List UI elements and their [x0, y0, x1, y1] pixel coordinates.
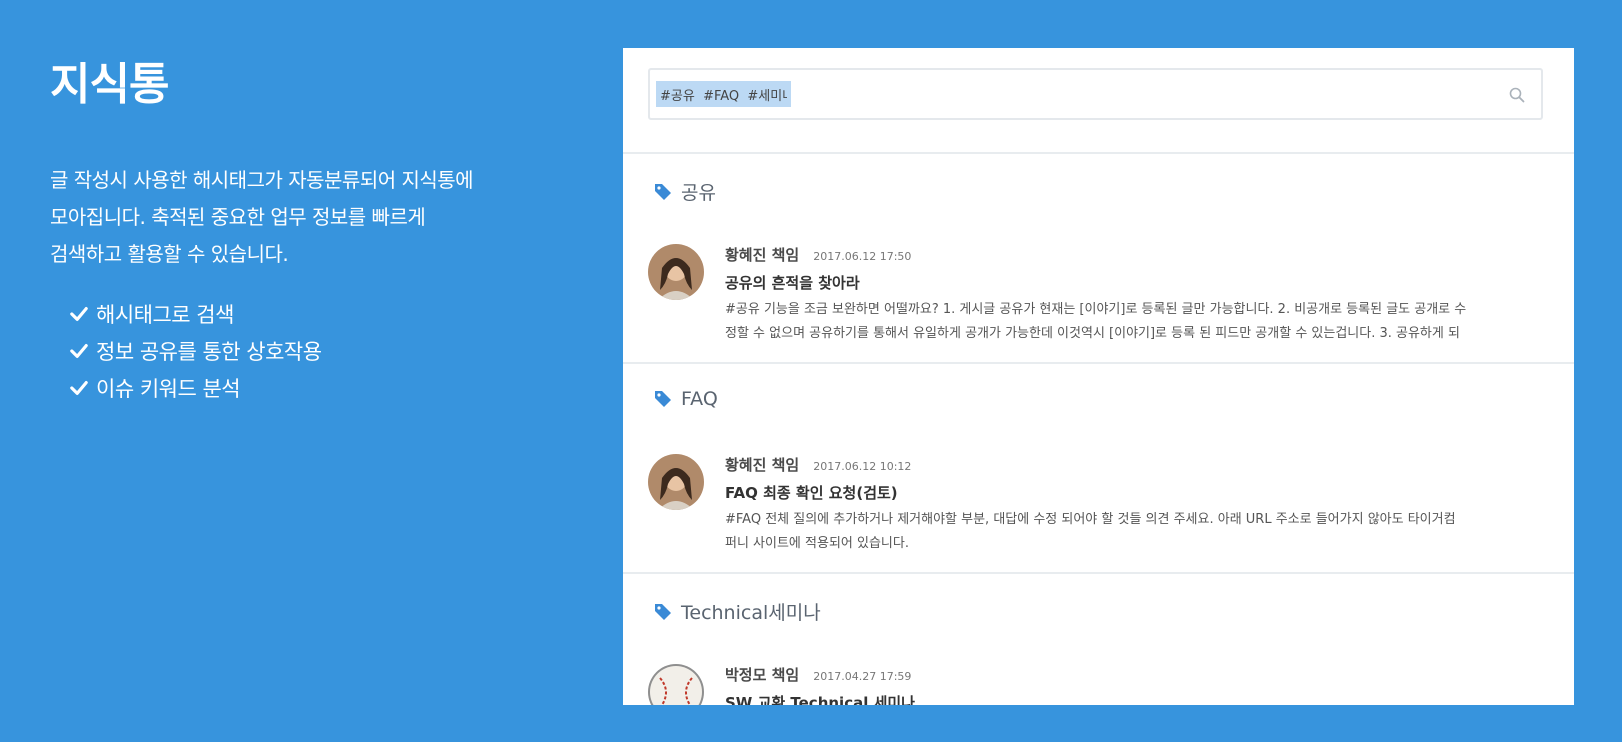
- description-line: 글 작성시 사용한 해시태그가 자동분류되어 지식통에: [50, 168, 474, 192]
- section-label: 공유: [681, 182, 716, 204]
- feature-label: 정보 공유를 통한 상호작용: [96, 339, 322, 364]
- post-title[interactable]: SW 교환 Technical 세미나: [725, 692, 1525, 705]
- post-meta: 황혜진 책임 2017.06.12 10:12: [725, 454, 1525, 478]
- post-meta: 황혜진 책임 2017.06.12 17:50: [725, 244, 1525, 268]
- post-meta: 박정모 책임 2017.04.27 17:59: [725, 664, 1525, 688]
- excerpt-line: #FAQ 전체 질의에 추가하거나 제거해야할 부분, 대답에 수정 되어야 할…: [725, 512, 1456, 527]
- section-faq: FAQ 황혜진 책임 2017.06.12 10:12 FAQ 최종 확인 요청…: [623, 362, 1574, 574]
- post-excerpt: #FAQ 전체 질의에 추가하거나 제거해야할 부분, 대답에 수정 되어야 할…: [725, 508, 1525, 556]
- check-icon: [70, 380, 88, 395]
- feature-label: 해시태그로 검색: [96, 302, 234, 327]
- check-icon: [70, 343, 88, 358]
- description-line: 모아집니다. 축적된 중요한 업무 정보를 빠르게: [50, 205, 426, 229]
- post-title[interactable]: FAQ 최종 확인 요청(검토): [725, 482, 1525, 506]
- avatar: [648, 664, 704, 705]
- description-line: 검색하고 활용할 수 있습니다.: [50, 242, 289, 266]
- feature-item: 정보 공유를 통한 상호작용: [70, 332, 570, 369]
- feature-label: 이슈 키워드 분석: [96, 376, 241, 401]
- section-header[interactable]: 공유: [653, 178, 716, 205]
- post-title[interactable]: 공유의 흔적을 찾아라: [725, 272, 1525, 296]
- post-excerpt: #공유 기능을 조금 보완하면 어떨까요? 1. 게시글 공유가 현재는 [이야…: [725, 298, 1525, 346]
- avatar: [648, 244, 704, 300]
- avatar: [648, 454, 704, 510]
- section-technical-seminar: Technical세미나 박정모 책임 2017.04.27 17:59 SW …: [623, 572, 1574, 705]
- search-bar[interactable]: [648, 68, 1543, 120]
- hero: 지식통 글 작성시 사용한 해시태그가 자동분류되어 지식통에 모아집니다. 축…: [50, 48, 570, 406]
- post-author: 황혜진 책임: [725, 456, 800, 474]
- section-label: FAQ: [681, 388, 718, 410]
- check-icon: [70, 306, 88, 321]
- page-title: 지식통: [50, 59, 169, 110]
- post-body: 황혜진 책임 2017.06.12 17:50 공유의 흔적을 찾아라 #공유 …: [725, 244, 1525, 346]
- tag-icon: [655, 603, 671, 620]
- post-date: 2017.06.12 17:50: [813, 250, 912, 263]
- knowledge-panel: 공유 황혜진 책임 2017.06.12 17:50 공유의 흔적을 찾아라 #…: [623, 48, 1574, 705]
- hero-description: 글 작성시 사용한 해시태그가 자동분류되어 지식통에 모아집니다. 축적된 중…: [50, 162, 570, 273]
- post-author: 박정모 책임: [725, 666, 800, 684]
- feature-item: 해시태그로 검색: [70, 295, 570, 332]
- post-body: 황혜진 책임 2017.06.12 10:12 FAQ 최종 확인 요청(검토)…: [725, 454, 1525, 556]
- tag-icon: [655, 391, 671, 407]
- section-header[interactable]: Technical세미나: [653, 598, 821, 625]
- feature-list: 해시태그로 검색 정보 공유를 통한 상호작용 이슈 키워드 분석: [50, 295, 570, 406]
- section-label: Technical세미나: [681, 602, 821, 624]
- tag-icon: [655, 183, 671, 200]
- search-input[interactable]: [656, 81, 791, 107]
- excerpt-line: 정할 수 없으며 공유하기를 통해서 유일하게 공개가 가능한데 이것역시 [이…: [725, 326, 1460, 341]
- post-date: 2017.04.27 17:59: [813, 670, 912, 683]
- post-body: 박정모 책임 2017.04.27 17:59 SW 교환 Technical …: [725, 664, 1525, 705]
- section-header[interactable]: FAQ: [653, 388, 718, 410]
- excerpt-line: 퍼니 사이트에 적용되어 있습니다.: [725, 536, 909, 551]
- search-icon[interactable]: [1509, 87, 1525, 103]
- section-share: 공유 황혜진 책임 2017.06.12 17:50 공유의 흔적을 찾아라 #…: [623, 152, 1574, 364]
- post-author: 황혜진 책임: [725, 246, 800, 264]
- post-date: 2017.06.12 10:12: [813, 460, 912, 473]
- feature-item: 이슈 키워드 분석: [70, 369, 570, 406]
- excerpt-line: #공유 기능을 조금 보완하면 어떨까요? 1. 게시글 공유가 현재는 [이야…: [725, 302, 1467, 317]
